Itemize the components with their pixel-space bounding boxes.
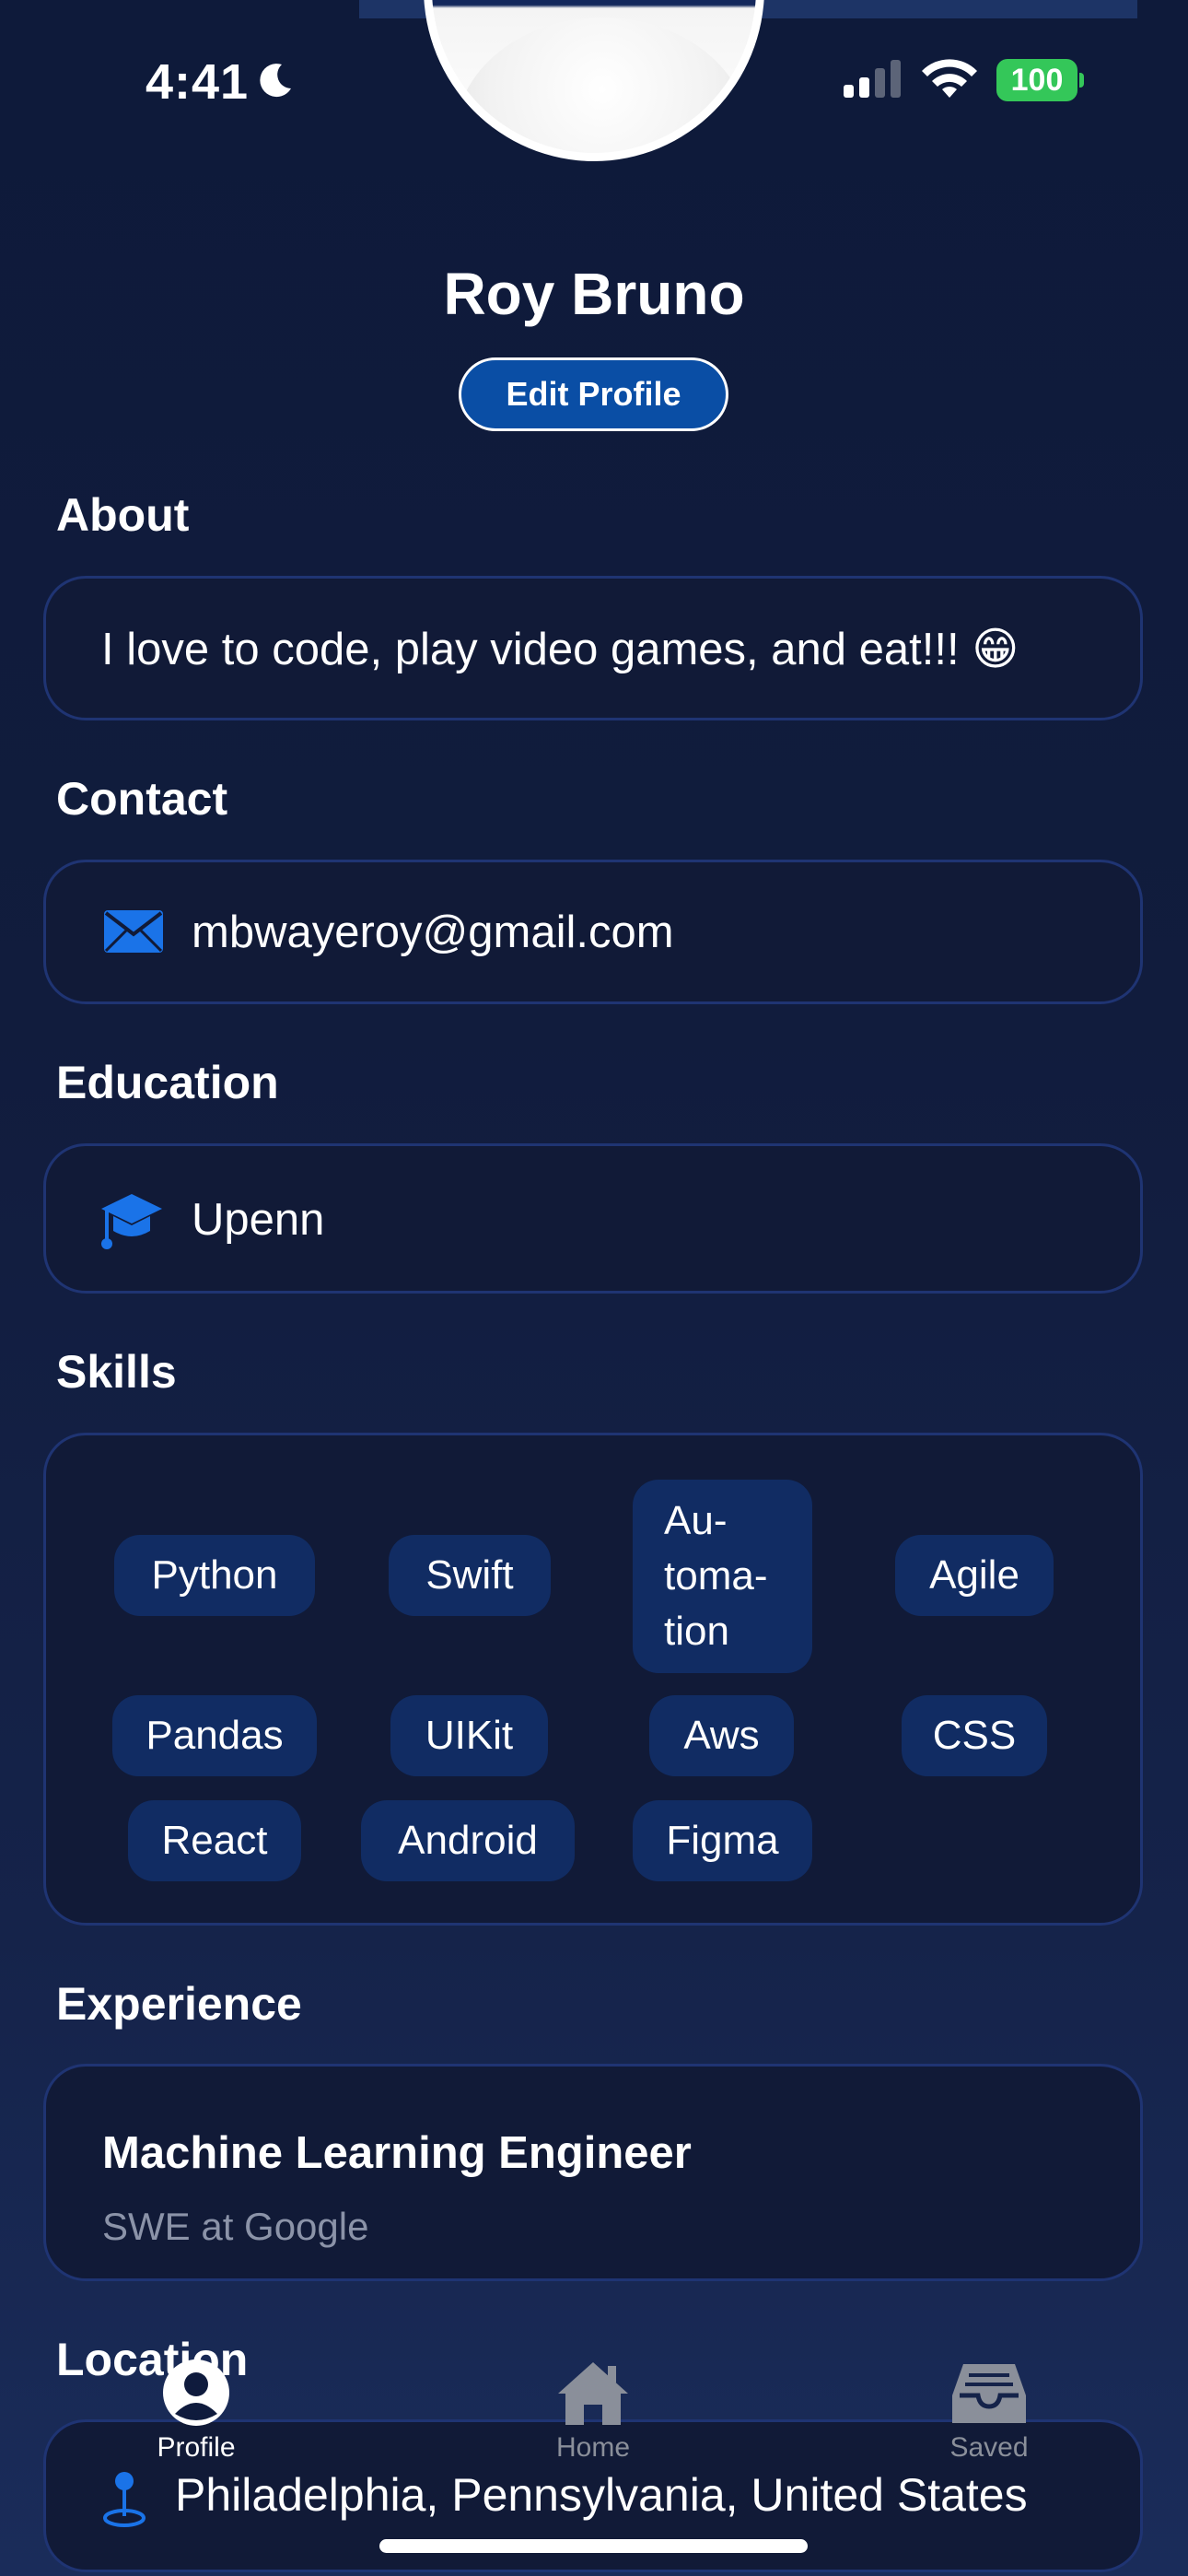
- education-title: Education: [56, 1057, 279, 1108]
- tab-label-saved: Saved: [949, 2432, 1029, 2463]
- edit-profile-button[interactable]: Edit Profile: [459, 357, 728, 431]
- moon-icon: [260, 64, 291, 98]
- graduation-cap-icon: [101, 1194, 162, 1249]
- status-time: 4:41: [146, 54, 250, 110]
- skill-chip[interactable]: Python: [114, 1535, 315, 1616]
- education-card: Upenn: [43, 1143, 1143, 1294]
- skill-chip[interactable]: CSS: [902, 1695, 1047, 1776]
- tray-icon: [952, 2364, 1026, 2423]
- tab-label-profile: Profile: [157, 2432, 236, 2463]
- tab-saved[interactable]: Saved: [925, 2359, 1054, 2464]
- experience-title: Experience: [56, 1978, 302, 2030]
- skill-chip[interactable]: UIKit: [390, 1695, 548, 1776]
- skill-chip[interactable]: Aws: [649, 1695, 794, 1776]
- contact-title: Contact: [56, 773, 228, 825]
- about-title: About: [56, 489, 190, 541]
- avatar[interactable]: [424, 0, 764, 161]
- battery-indicator: 100: [996, 59, 1085, 101]
- tab-profile[interactable]: Profile: [133, 2359, 260, 2464]
- contact-card[interactable]: mbwayeroy@gmail.com: [43, 860, 1143, 1004]
- tab-home[interactable]: Home: [529, 2359, 658, 2464]
- location-place: Philadelphia, Pennsylvania, United State…: [175, 2469, 1028, 2521]
- tab-label-home: Home: [555, 2432, 631, 2463]
- skill-chip[interactable]: Agile: [895, 1535, 1054, 1616]
- map-pin-icon: [103, 2472, 146, 2527]
- wifi-icon: [922, 59, 977, 98]
- profile-name: Roy Bruno: [443, 261, 745, 327]
- skill-chip[interactable]: React: [128, 1800, 301, 1881]
- person-circle-icon: [163, 2359, 229, 2426]
- home-indicator[interactable]: [379, 2539, 808, 2553]
- education-school: Upenn: [192, 1195, 325, 1245]
- skill-chip[interactable]: Swift: [389, 1535, 551, 1616]
- envelope-icon: [104, 910, 163, 953]
- skills-card: Python Swift Au- toma- tion Agile Pandas…: [43, 1433, 1143, 1926]
- skill-chip[interactable]: Android: [361, 1800, 575, 1881]
- about-card: I love to code, play video games, and ea…: [43, 576, 1143, 720]
- experience-company: SWE at Google: [102, 2205, 369, 2248]
- battery-level: 100: [996, 59, 1077, 101]
- contact-email[interactable]: mbwayeroy@gmail.com: [192, 907, 674, 958]
- skill-chip[interactable]: Pandas: [112, 1695, 317, 1776]
- house-icon: [558, 2362, 628, 2425]
- skill-chip[interactable]: Figma: [633, 1800, 812, 1881]
- experience-role: Machine Learning Engineer: [102, 2128, 692, 2178]
- experience-card[interactable]: Machine Learning Engineer SWE at Google: [43, 2064, 1143, 2281]
- skill-chip[interactable]: Au- toma- tion: [633, 1480, 812, 1673]
- about-text: I love to code, play video games, and ea…: [101, 625, 1019, 674]
- cellular-signal-icon: [844, 60, 901, 98]
- skills-title: Skills: [56, 1346, 177, 1398]
